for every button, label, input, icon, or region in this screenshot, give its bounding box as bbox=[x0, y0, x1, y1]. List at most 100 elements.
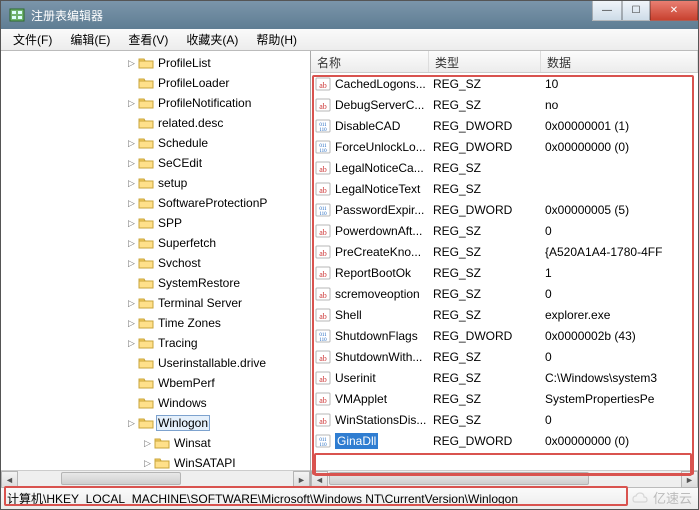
scroll-right-button[interactable]: ► bbox=[293, 471, 310, 487]
expand-icon[interactable]: ▷ bbox=[127, 259, 136, 268]
folder-icon bbox=[138, 76, 154, 90]
tree-item[interactable]: ▷ SPP bbox=[127, 213, 310, 233]
list-row[interactable]: abDebugServerC...REG_SZno bbox=[311, 94, 698, 115]
expand-icon[interactable]: ▷ bbox=[127, 179, 136, 188]
svg-text:ab: ab bbox=[319, 228, 327, 237]
list-row[interactable]: 011110GinaDllREG_DWORD0x00000000 (0) bbox=[311, 430, 698, 451]
tree-item[interactable]: Userinstallable.drive bbox=[127, 353, 310, 373]
list-row[interactable]: abLegalNoticeTextREG_SZ bbox=[311, 178, 698, 199]
list-row[interactable]: abShellREG_SZexplorer.exe bbox=[311, 304, 698, 325]
expand-icon[interactable]: ▷ bbox=[127, 319, 136, 328]
tree-item[interactable]: WbemPerf bbox=[127, 373, 310, 393]
expand-icon[interactable]: ▷ bbox=[143, 439, 152, 448]
tree-item[interactable]: ▷ Terminal Server bbox=[127, 293, 310, 313]
list-row[interactable]: abVMAppletREG_SZSystemPropertiesPe bbox=[311, 388, 698, 409]
tree-item[interactable]: ProfileLoader bbox=[127, 73, 310, 93]
expand-icon[interactable]: ▷ bbox=[127, 219, 136, 228]
tree-item[interactable]: ▷Winsat bbox=[127, 433, 310, 453]
expand-icon[interactable]: ▷ bbox=[127, 139, 136, 148]
string-value-icon: ab bbox=[315, 181, 331, 197]
expand-icon[interactable]: ▷ bbox=[127, 99, 136, 108]
list-row[interactable]: abReportBootOkREG_SZ1 bbox=[311, 262, 698, 283]
list-view[interactable]: abCachedLogons...REG_SZ10abDebugServerC.… bbox=[311, 73, 698, 470]
list-row[interactable]: 011110ShutdownFlagsREG_DWORD0x0000002b (… bbox=[311, 325, 698, 346]
list-row[interactable]: abscremoveoptionREG_SZ0 bbox=[311, 283, 698, 304]
list-row[interactable]: abPreCreateKno...REG_SZ{A520A1A4-1780-4F… bbox=[311, 241, 698, 262]
tree-item[interactable]: Windows bbox=[127, 393, 310, 413]
value-data: C:\Windows\system3 bbox=[541, 371, 698, 385]
tree-scrollbar[interactable]: ◄ ► bbox=[1, 470, 310, 487]
expand-icon[interactable] bbox=[127, 359, 136, 368]
tree-item[interactable]: ▷Tracing bbox=[127, 333, 310, 353]
value-name: CachedLogons... bbox=[335, 77, 426, 91]
scroll-right-button[interactable]: ► bbox=[681, 471, 698, 488]
folder-icon bbox=[138, 96, 154, 110]
tree-item[interactable]: ▷Schedule bbox=[127, 133, 310, 153]
tree-item-label: SPP bbox=[156, 215, 184, 231]
tree-item[interactable]: ▷SoftwareProtectionP bbox=[127, 193, 310, 213]
binary-value-icon: 011110 bbox=[315, 202, 331, 218]
expand-icon[interactable]: ▷ bbox=[127, 159, 136, 168]
value-type: REG_SZ bbox=[429, 413, 541, 427]
tree-item[interactable]: related.desc bbox=[127, 113, 310, 133]
tree-item[interactable]: ▷ SeCEdit bbox=[127, 153, 310, 173]
list-row[interactable]: abShutdownWith...REG_SZ0 bbox=[311, 346, 698, 367]
list-row[interactable]: abUserinitREG_SZC:\Windows\system3 bbox=[311, 367, 698, 388]
menu-favorites[interactable]: 收藏夹(A) bbox=[178, 29, 246, 50]
tree-item[interactable]: ▷ProfileList bbox=[127, 53, 310, 73]
value-name: Userinit bbox=[335, 371, 376, 385]
expand-icon[interactable]: ▷ bbox=[143, 459, 152, 468]
expand-icon[interactable]: ▷ bbox=[127, 239, 136, 248]
expand-icon[interactable]: ▷ bbox=[127, 419, 136, 428]
tree-item[interactable]: ▷Superfetch bbox=[127, 233, 310, 253]
tree-item[interactable]: ▷setup bbox=[127, 173, 310, 193]
tree-item-label: SeCEdit bbox=[156, 155, 204, 171]
maximize-button[interactable]: ☐ bbox=[622, 1, 650, 21]
list-row[interactable]: abLegalNoticeCa...REG_SZ bbox=[311, 157, 698, 178]
string-value-icon: ab bbox=[315, 286, 331, 302]
expand-icon[interactable] bbox=[127, 379, 136, 388]
tree-item[interactable]: ▷Svchost bbox=[127, 253, 310, 273]
column-type[interactable]: 类型 bbox=[429, 51, 541, 72]
value-data: 0 bbox=[541, 224, 698, 238]
value-data: 0x00000005 (5) bbox=[541, 203, 698, 217]
expand-icon[interactable]: ▷ bbox=[127, 299, 136, 308]
folder-icon bbox=[138, 116, 154, 130]
list-row[interactable]: 011110PasswordExpir...REG_DWORD0x0000000… bbox=[311, 199, 698, 220]
minimize-button[interactable]: — bbox=[592, 1, 622, 21]
expand-icon[interactable]: ▷ bbox=[127, 59, 136, 68]
scroll-left-button[interactable]: ◄ bbox=[1, 471, 18, 487]
scroll-left-button[interactable]: ◄ bbox=[311, 471, 328, 488]
string-value-icon: ab bbox=[315, 412, 331, 428]
menu-file[interactable]: 文件(F) bbox=[5, 29, 60, 50]
tree-item-label: Terminal Server bbox=[156, 295, 244, 311]
list-row[interactable]: 011110ForceUnlockLo...REG_DWORD0x0000000… bbox=[311, 136, 698, 157]
list-row[interactable]: abPowerdownAft...REG_SZ0 bbox=[311, 220, 698, 241]
tree-item[interactable]: ▷Winlogon bbox=[127, 413, 310, 433]
menu-help[interactable]: 帮助(H) bbox=[248, 29, 305, 50]
tree-item[interactable]: ▷Time Zones bbox=[127, 313, 310, 333]
expand-icon[interactable] bbox=[127, 399, 136, 408]
scroll-thumb[interactable] bbox=[61, 472, 181, 485]
column-name[interactable]: 名称 bbox=[311, 51, 429, 72]
list-row[interactable]: abCachedLogons...REG_SZ10 bbox=[311, 73, 698, 94]
tree-pane: ▷ProfileListProfileLoader▷ProfileNotific… bbox=[1, 51, 311, 487]
expand-icon[interactable] bbox=[127, 79, 136, 88]
column-data[interactable]: 数据 bbox=[541, 51, 698, 72]
menu-view[interactable]: 查看(V) bbox=[120, 29, 176, 50]
tree-item[interactable]: ▷ProfileNotification bbox=[127, 93, 310, 113]
close-button[interactable]: ✕ bbox=[650, 1, 698, 21]
expand-icon[interactable]: ▷ bbox=[127, 199, 136, 208]
tree-item[interactable]: ▷WinSATAPI bbox=[127, 453, 310, 470]
menu-edit[interactable]: 编辑(E) bbox=[62, 29, 118, 50]
titlebar[interactable]: 注册表编辑器 — ☐ ✕ bbox=[1, 1, 698, 29]
expand-icon[interactable] bbox=[127, 279, 136, 288]
list-row[interactable]: 011110DisableCADREG_DWORD0x00000001 (1) bbox=[311, 115, 698, 136]
list-row[interactable]: abWinStationsDis...REG_SZ0 bbox=[311, 409, 698, 430]
expand-icon[interactable]: ▷ bbox=[127, 339, 136, 348]
tree-view[interactable]: ▷ProfileListProfileLoader▷ProfileNotific… bbox=[1, 51, 310, 470]
expand-icon[interactable] bbox=[127, 119, 136, 128]
scroll-thumb[interactable] bbox=[329, 472, 589, 485]
list-scrollbar[interactable]: ◄ ► bbox=[311, 470, 698, 487]
tree-item[interactable]: SystemRestore bbox=[127, 273, 310, 293]
